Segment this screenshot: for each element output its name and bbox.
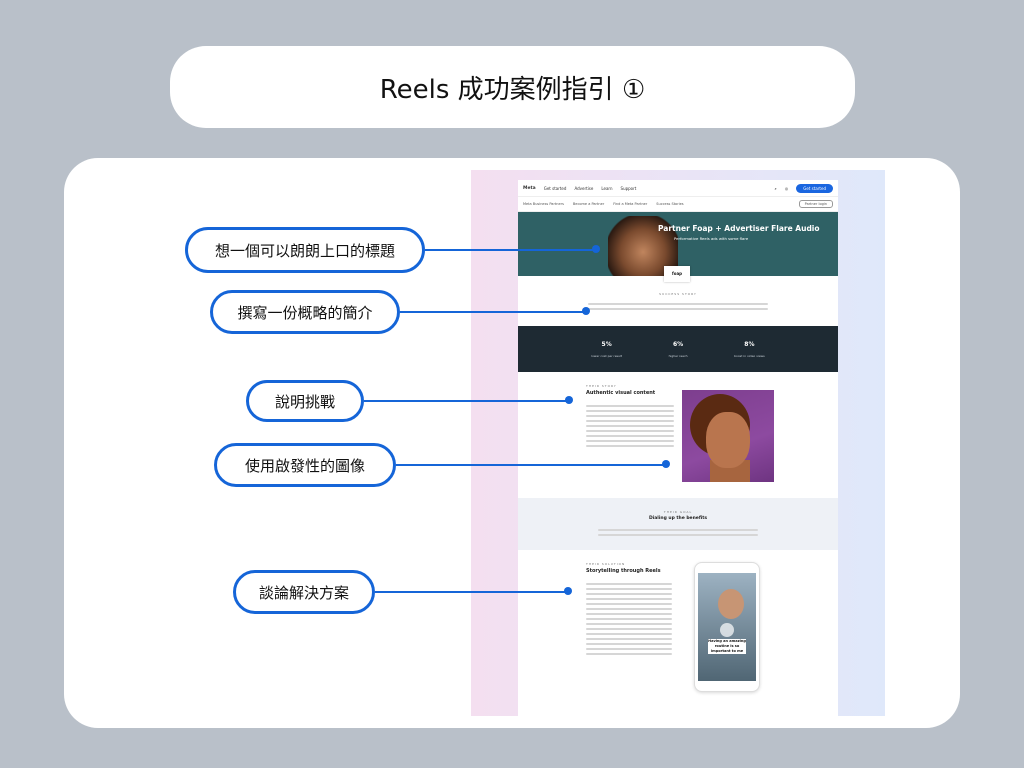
section-label: THEIR GOAL	[663, 510, 693, 514]
stat-item: 8% boost in video views	[734, 341, 765, 358]
partner-login-button[interactable]: Partner login	[798, 200, 833, 208]
callout-solution: 談論解決方案	[233, 570, 375, 614]
section-heading: Authentic visual content	[586, 390, 656, 396]
section-heading: Storytelling through Reels	[586, 568, 661, 574]
sub-nav: Meta Business Partners Become a Partner …	[518, 197, 838, 212]
stat-item: 6% higher reach	[669, 341, 688, 358]
stat-desc: lower cost per result	[591, 353, 623, 358]
partners-brand[interactable]: Meta Business Partners	[523, 202, 564, 206]
nav-link[interactable]: Learn	[601, 186, 612, 191]
callout-challenge: 說明挑戰	[246, 380, 364, 422]
reel-caption: Having an amazing routine is so importan…	[708, 639, 746, 654]
hero-subtitle: Performative Reels ads with some flare	[674, 236, 749, 241]
subnav-link[interactable]: Find a Meta Partner	[613, 202, 647, 206]
search-icon[interactable]: ⌕	[775, 186, 777, 191]
nav-link[interactable]: Support	[621, 186, 637, 191]
stat-item: 5% lower cost per result	[591, 341, 622, 358]
connector-line	[396, 464, 666, 466]
connector-dot	[662, 460, 670, 468]
callout-summary: 撰寫一份概略的簡介	[210, 290, 400, 334]
stat-desc: boost in video views	[734, 353, 765, 358]
connector-line	[375, 591, 567, 593]
top-nav: Meta Get started Advertise Learn Support…	[518, 180, 838, 197]
callout-image: 使用啟發性的圖像	[214, 443, 396, 487]
stat-desc: higher reach	[668, 353, 688, 358]
meta-logo[interactable]: Meta	[523, 186, 536, 191]
subnav-link[interactable]: Success Stories	[656, 202, 683, 206]
stat-value: 8%	[744, 340, 755, 348]
woman-portrait-image	[682, 390, 774, 482]
globe-icon[interactable]: ◎	[785, 186, 789, 191]
slide-title: Reels 成功案例指引 ①	[170, 46, 855, 128]
stat-value: 6%	[672, 340, 684, 348]
case-study-screenshot: Meta Get started Advertise Learn Support…	[471, 170, 885, 716]
nav-link[interactable]: Get started	[544, 186, 567, 191]
challenge-section: THEIR STORY Authentic visual content	[518, 372, 838, 498]
section-label: SUCCESS STORY	[659, 292, 697, 296]
connector-line	[400, 311, 586, 313]
connector-dot	[592, 245, 600, 253]
stat-value: 5%	[601, 340, 612, 348]
play-icon[interactable]	[720, 623, 734, 637]
get-started-button[interactable]: Get started	[796, 183, 833, 193]
nav-link[interactable]: Advertise	[574, 186, 593, 191]
hero-title: Partner Foap + Advertiser Flare Audio	[658, 224, 820, 233]
summary-section: SUCCESS STORY	[518, 276, 838, 326]
section-body	[598, 526, 758, 539]
connector-dot	[565, 396, 573, 404]
section-body	[586, 580, 672, 658]
callout-title: 想一個可以朗朗上口的標題	[185, 227, 425, 273]
connector-line	[425, 249, 595, 251]
solution-section: THEIR SOLUTION Storytelling through Reel…	[518, 550, 838, 716]
connector-line	[364, 400, 568, 402]
stats-bar: 5% lower cost per result 6% higher reach…	[518, 326, 838, 372]
section-label: THEIR STORY	[586, 384, 617, 388]
hero-banner: Partner Foap + Advertiser Flare Audio Pe…	[518, 212, 838, 282]
case-study-page: Meta Get started Advertise Learn Support…	[518, 180, 838, 716]
phone-mockup: Having an amazing routine is so importan…	[694, 562, 760, 692]
section-label: THEIR SOLUTION	[586, 562, 626, 566]
section-heading: Dialing up the benefits	[648, 516, 708, 521]
subnav-link[interactable]: Become a Partner	[573, 202, 604, 206]
goal-section: THEIR GOAL Dialing up the benefits	[518, 498, 838, 550]
section-body	[586, 402, 674, 450]
connector-dot	[564, 587, 572, 595]
reel-video[interactable]: Having an amazing routine is so importan…	[698, 573, 756, 681]
connector-dot	[582, 307, 590, 315]
summary-text	[588, 300, 768, 313]
